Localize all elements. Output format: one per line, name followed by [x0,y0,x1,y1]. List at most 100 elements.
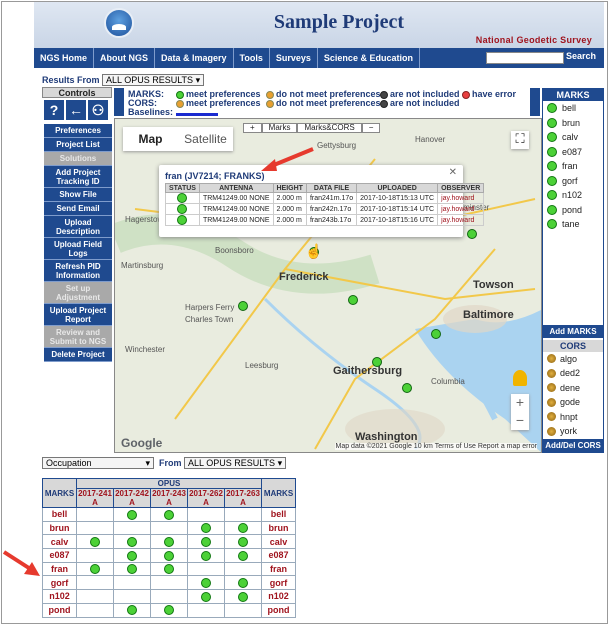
grid-cell[interactable] [113,602,151,618]
grid-cell[interactable] [187,520,225,536]
grid-mark-name[interactable]: brun [42,520,77,536]
grid-cell[interactable] [113,548,151,563]
map-marker[interactable] [372,357,382,367]
help-icon[interactable]: ? [44,100,64,120]
delete-project-button[interactable]: Delete Project [44,348,112,362]
mark-item[interactable]: bell [543,101,603,116]
grid-cell[interactable] [187,589,225,604]
grid-cell[interactable] [113,534,151,550]
people-icon[interactable]: ⚇ [88,100,108,120]
grid-cell[interactable] [224,589,262,604]
back-arrow-icon[interactable]: ← [66,100,86,120]
cors-item[interactable]: dene [543,381,603,396]
map-marker[interactable] [402,383,412,393]
grid-mark-name[interactable]: e087 [261,548,296,563]
marks-toolbar-button[interactable]: Marks [261,123,298,133]
mark-item[interactable]: pond [543,203,603,218]
mark-item[interactable]: tane [543,217,603,232]
upload-project-report-button[interactable]: Upload Project Report [44,304,112,326]
grid-cell[interactable] [187,534,225,550]
grid-mark-name[interactable]: n102 [42,589,77,604]
send-email-button[interactable]: Send Email [44,202,112,216]
grid-cell[interactable] [150,561,188,577]
session-header[interactable]: 2017-263 A [224,488,262,508]
cors-item[interactable]: york [543,424,603,439]
refresh-pid-button[interactable]: Refresh PID Information [44,260,112,282]
tab-satellite[interactable]: Satellite [178,127,233,151]
preferences-button[interactable]: Preferences [44,124,112,138]
grid-mark-name[interactable]: bell [42,507,77,522]
project-list-button[interactable]: Project List [44,138,112,152]
session-header[interactable]: 2017-262 A [187,488,225,508]
grid-cell[interactable] [113,507,151,522]
grid-mark-name[interactable]: fran [42,561,77,577]
search-input[interactable] [486,52,564,64]
grid-cell[interactable] [187,575,225,591]
grid-mark-name[interactable]: gorf [42,575,77,591]
observer-link[interactable]: jay.howard [437,214,485,226]
grid-mark-name[interactable]: calv [261,534,296,550]
zoom-out-toolbar-button[interactable]: − [361,123,381,133]
grid-cell[interactable] [150,548,188,563]
grid-mark-name[interactable]: pond [261,602,296,618]
nav-tools[interactable]: Tools [234,48,270,68]
grid-cell[interactable] [150,507,188,522]
zoom-in-toolbar-button[interactable]: + [243,123,262,133]
grid-mark-name[interactable]: e087 [42,548,77,563]
grid-cell[interactable] [150,534,188,550]
grid-cell[interactable] [224,548,262,563]
street-view-pegman-icon[interactable] [513,370,527,386]
mark-item[interactable]: e087 [543,145,603,160]
nav-data-imagery[interactable]: Data & Imagery [155,48,234,68]
session-header[interactable]: 2017-241 A [76,488,114,508]
map-marker[interactable] [467,229,477,239]
upload-field-logs-button[interactable]: Upload Field Logs [44,238,112,260]
zoom-out-button[interactable]: − [511,412,529,430]
grid-cell[interactable] [224,534,262,550]
observer-link[interactable]: jay.howard [437,203,485,215]
zoom-in-button[interactable]: + [511,394,529,412]
add-tracking-id-button[interactable]: Add Project Tracking ID [44,166,112,188]
close-icon[interactable]: ✕ [449,167,457,178]
grid-cell[interactable] [224,575,262,591]
cors-item[interactable]: ded2 [543,366,603,381]
grid-cell[interactable] [113,561,151,577]
upload-description-button[interactable]: Upload Description [44,216,112,238]
mark-item[interactable]: gorf [543,174,603,189]
session-header[interactable]: 2017-243 A [150,488,188,508]
grid-mark-name[interactable]: fran [261,561,296,577]
search-button[interactable]: Search [566,51,596,61]
map-attribution[interactable]: Map data ©2021 Google 10 km Terms of Use… [335,443,537,450]
mark-item[interactable]: fran [543,159,603,174]
cors-item[interactable]: algo [543,352,603,367]
mark-item[interactable]: n102 [543,188,603,203]
observer-link[interactable]: jay.howard [437,192,485,204]
grid-cell[interactable] [187,548,225,563]
map-marker[interactable] [348,295,358,305]
grid-mark-name[interactable]: n102 [261,589,296,604]
mark-item[interactable]: brun [543,116,603,131]
session-header[interactable]: 2017-242 A [113,488,151,508]
grid-mark-name[interactable]: calv [42,534,77,550]
legend-tab-right[interactable] [530,88,540,116]
grid-mark-name[interactable]: bell [261,507,296,522]
grid-cell[interactable] [150,602,188,618]
grid-mark-name[interactable]: brun [261,520,296,536]
nav-ngs-home[interactable]: NGS Home [34,48,95,68]
map-marker[interactable] [431,329,441,339]
results-from-select[interactable]: ALL OPUS RESULTS ▾ [102,74,205,86]
tab-map[interactable]: Map [123,127,178,151]
nav-science-education[interactable]: Science & Education [318,48,420,68]
cors-item[interactable]: gode [543,395,603,410]
add-marks-button[interactable]: Add MARKS [543,324,603,338]
marks-cors-toolbar-button[interactable]: Marks&CORS [297,123,362,133]
cors-item[interactable]: hnpt [543,410,603,425]
grid-cell[interactable] [76,561,114,577]
grid-mark-name[interactable]: gorf [261,575,296,591]
grid-cell[interactable] [76,534,114,550]
grid-cell[interactable] [224,520,262,536]
map-view[interactable]: Map Satellite + Marks Marks&CORS − ⛶ Get… [114,118,542,453]
nav-about-ngs[interactable]: About NGS [94,48,156,68]
map-marker[interactable] [238,301,248,311]
add-del-cors-button[interactable]: Add/Del CORS [543,439,603,452]
